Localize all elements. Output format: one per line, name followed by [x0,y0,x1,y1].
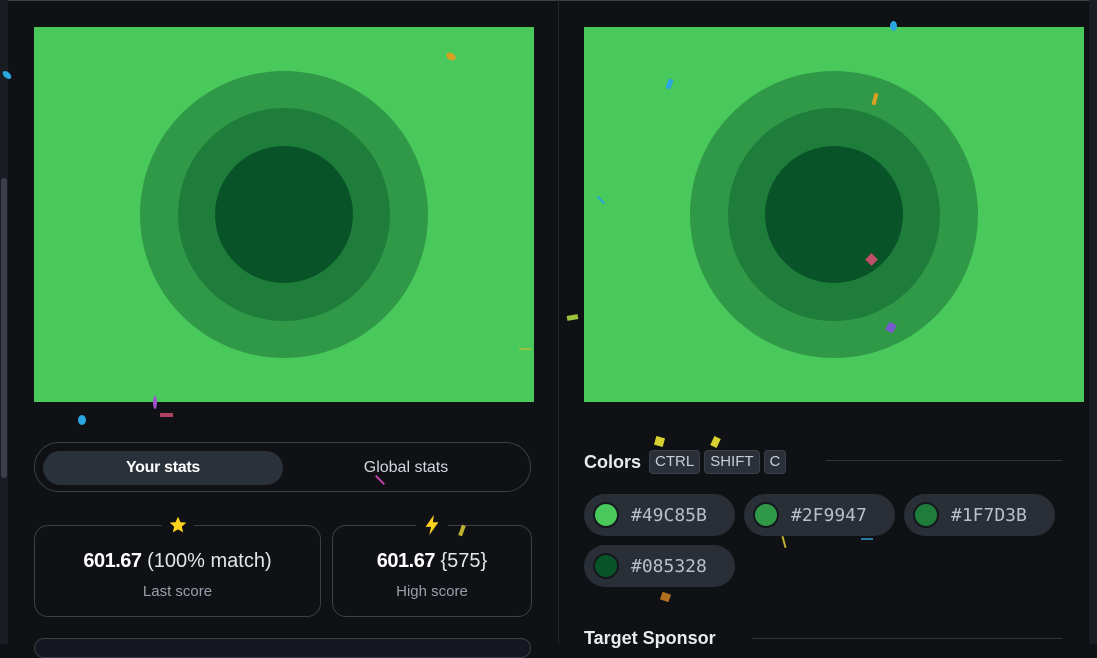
confetti-piece [519,348,531,350]
colors-title: Colors [584,451,642,472]
color-chip[interactable]: #085328 [584,545,735,587]
color-hex: #085328 [631,555,707,577]
last-score-value: 601.67 [83,550,142,572]
confetti-piece [890,21,897,31]
colors-divider [826,460,1062,461]
next-action-button[interactable] [34,638,531,658]
high-score-value-line: 601.67 {575} [333,550,531,573]
colors-header: Colors CTRL SHIFT C [584,450,787,474]
high-score-card: 601.67 {575} High score [332,512,532,617]
color-chip[interactable]: #1F7D3B [904,494,1055,536]
shortcut-key-shift: SHIFT [704,450,760,474]
left-scrollbar-track[interactable] [0,0,8,644]
last-score-value-line: 601.67 (100% match) [35,550,320,573]
confetti-piece [653,435,666,448]
left-scrollbar-thumb[interactable] [1,178,7,478]
confetti-piece [710,435,721,449]
target-sponsor-title: Target Sponsor [584,628,716,648]
tab-your-stats[interactable]: Your stats [43,451,283,485]
panel-divider [558,0,559,644]
confetti-piece [78,415,86,425]
user-inner-circle [765,146,903,283]
confetti-piece [153,396,157,409]
color-swatch [753,502,779,528]
high-score-value: 601.67 [376,550,436,572]
sponsor-divider [752,638,1062,639]
shortcut-key-c: C [763,450,787,474]
color-chip[interactable]: #49C85B [584,494,735,536]
star-icon [161,512,194,538]
user-image-canvas[interactable] [584,27,1084,402]
target-inner-circle [215,146,353,283]
color-hex: #49C85B [631,504,707,526]
color-swatch [913,502,939,528]
confetti-piece [160,413,173,417]
high-score-label: High score [396,583,468,600]
window-top-border [0,0,1097,1]
last-score-card: 601.67 (100% match) Last score [34,512,321,617]
right-scrollbar-track[interactable] [1089,0,1097,644]
last-score-match: (100% match) [147,550,272,572]
color-swatch [593,553,619,579]
shortcut-key-ctrl: CTRL [649,450,701,474]
confetti-piece [781,535,787,549]
high-score-detail: {575} [440,550,488,572]
last-score-label: Last score [142,583,213,600]
stats-tab-switcher: Your stats Global stats [34,442,531,492]
target-image-canvas [34,27,534,402]
lightning-icon [416,512,448,538]
color-chip[interactable]: #2F9947 [744,494,895,536]
color-hex: #1F7D3B [951,504,1027,526]
confetti-piece [861,538,873,540]
tab-global-stats[interactable]: Global stats [291,451,521,485]
confetti-piece [659,591,672,603]
color-hex: #2F9947 [791,504,867,526]
confetti-piece [566,314,579,321]
color-swatch [593,502,619,528]
